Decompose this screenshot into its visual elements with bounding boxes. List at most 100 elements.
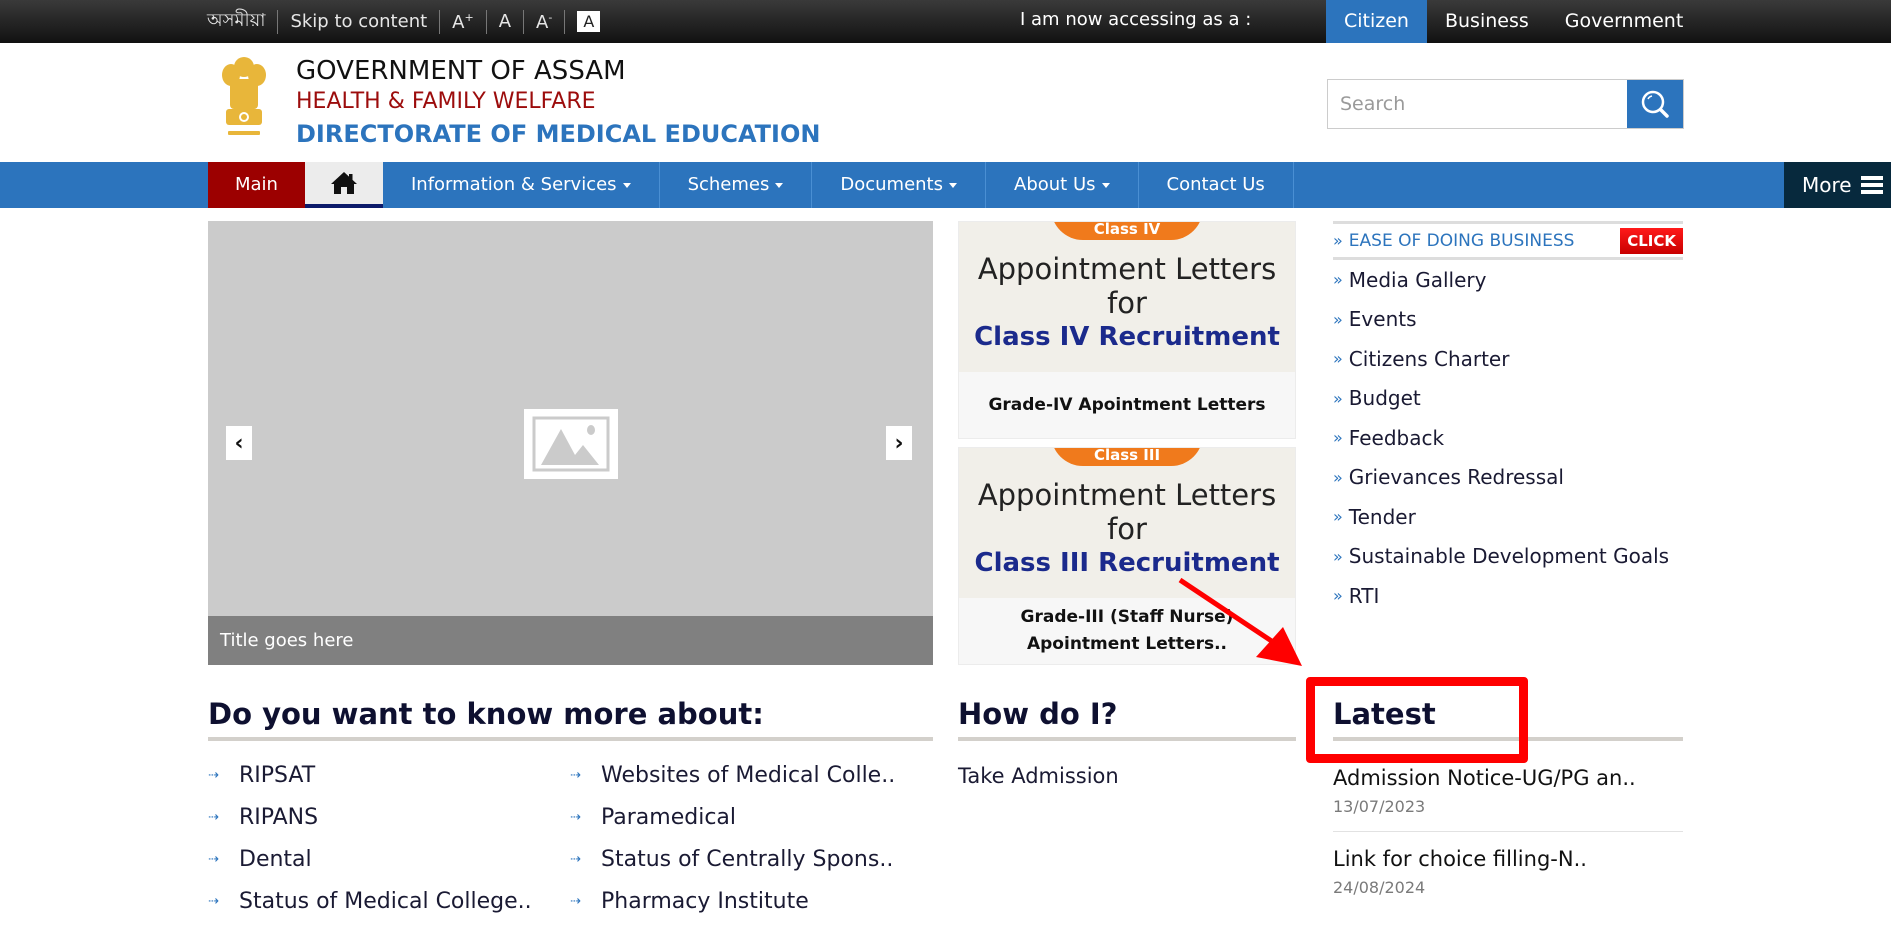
nav-label: Information & Services	[410, 174, 617, 195]
bullet-icon: »	[1333, 546, 1343, 566]
card-class-iii[interactable]: Class III Appointment Letters for Class …	[958, 447, 1296, 665]
quick-link-sdg[interactable]: » Sustainable Development Goals	[1333, 537, 1683, 577]
link-label: Citizens Charter	[1348, 346, 1510, 371]
carousel-prev-button[interactable]: ‹	[226, 426, 252, 460]
ease-of-doing-business-link[interactable]: » EASE OF DOING BUSINESS CLICK	[1333, 221, 1683, 260]
latest-item-title[interactable]: Link for choice filling-N..	[1333, 844, 1683, 874]
card-badge: Class III	[1051, 448, 1203, 466]
nav-item-home[interactable]	[304, 162, 383, 208]
link-label: Tender	[1348, 504, 1416, 529]
card-class-iv[interactable]: Class IV Appointment Letters for Class I…	[958, 221, 1296, 439]
role-tab-government[interactable]: Government	[1547, 0, 1702, 43]
card-label[interactable]: Grade-III (Staff Nurse) Apointment Lette…	[959, 598, 1295, 664]
arrow-right-icon: ⇢	[570, 851, 581, 867]
arrow-right-icon: ⇢	[570, 767, 581, 783]
directorate-title[interactable]: DIRECTORATE OF MEDICAL EDUCATION	[296, 117, 820, 151]
click-badge[interactable]: CLICK	[1620, 227, 1683, 254]
know-more-heading: Do you want to know more about:	[208, 697, 933, 741]
know-more-item-dental[interactable]: ⇢ Dental	[208, 846, 570, 872]
nav-item-documents[interactable]: Documents	[812, 162, 986, 208]
caret-down-icon	[1101, 182, 1110, 188]
how-do-i-heading: How do I?	[958, 697, 1296, 741]
banner-line: Class IV Recruitment	[974, 322, 1280, 352]
quick-link-media-gallery[interactable]: » Media Gallery	[1333, 260, 1683, 300]
quick-link-events[interactable]: » Events	[1333, 300, 1683, 340]
know-more-item-ripsat[interactable]: ⇢ RIPSAT	[208, 762, 570, 788]
item-label: RIPANS	[239, 804, 319, 830]
bullet-icon: »	[1333, 309, 1343, 329]
bullet-icon: »	[1333, 586, 1343, 606]
know-more-item-ripans[interactable]: ⇢ RIPANS	[208, 804, 570, 830]
font-increase-button[interactable]: A+	[452, 11, 474, 33]
main-nav: Main Information & Services Schemes Docu…	[0, 162, 1891, 208]
how-do-i-take-admission-link[interactable]: Take Admission	[958, 764, 1119, 788]
caret-down-icon	[949, 182, 957, 188]
banner-line: Class III Recruitment	[974, 548, 1280, 578]
quick-link-feedback[interactable]: » Feedback	[1333, 418, 1683, 458]
divider	[439, 9, 441, 34]
arrow-right-icon: ⇢	[208, 893, 219, 909]
bullet-icon: »	[1333, 388, 1343, 408]
bullet-icon: »	[1333, 507, 1343, 527]
more-label: More	[1802, 173, 1852, 197]
item-label: Status of Medical College..	[239, 888, 532, 914]
know-more-item-pharmacy[interactable]: ⇢ Pharmacy Institute	[570, 888, 932, 914]
carousel-caption: Title goes here	[208, 616, 933, 665]
latest-item-title[interactable]: Admission Notice-UG/PG an..	[1333, 763, 1683, 793]
font-normal-button[interactable]: A	[499, 11, 511, 32]
arrow-right-icon: ⇢	[208, 809, 219, 825]
nav-item-schemes[interactable]: Schemes	[660, 162, 813, 208]
nav-label: About Us	[1014, 174, 1096, 195]
search-button[interactable]	[1627, 80, 1683, 128]
state-emblem-icon[interactable]	[218, 53, 270, 148]
carousel-next-button[interactable]: ›	[886, 426, 912, 460]
know-more-item-centrally-sponsored[interactable]: ⇢ Status of Centrally Spons..	[570, 846, 932, 872]
quick-link-grievances[interactable]: » Grievances Redressal	[1333, 458, 1683, 498]
link-label: Feedback	[1348, 425, 1445, 450]
item-label: RIPSAT	[239, 762, 316, 788]
image-placeholder-icon	[524, 409, 618, 479]
search-input[interactable]	[1328, 80, 1627, 128]
know-more-item-paramedical[interactable]: ⇢ Paramedical	[570, 804, 932, 830]
item-label: Websites of Medical Colle..	[601, 762, 896, 788]
quick-link-tender[interactable]: » Tender	[1333, 497, 1683, 537]
link-label: Media Gallery	[1348, 267, 1487, 292]
chevron-left-icon: ‹	[234, 430, 244, 456]
banner-line: Appointment Letters	[977, 478, 1277, 512]
role-tab-citizen[interactable]: Citizen	[1326, 0, 1427, 43]
nav-item-main[interactable]: Main	[208, 162, 305, 208]
nav-item-contact-us[interactable]: Contact Us	[1139, 162, 1294, 208]
home-icon	[330, 172, 357, 194]
more-menu-button[interactable]: More	[1784, 162, 1891, 208]
banner-line: for	[1107, 286, 1147, 320]
quick-link-citizens-charter[interactable]: » Citizens Charter	[1333, 339, 1683, 379]
item-label: Pharmacy Institute	[601, 888, 809, 914]
know-more-item-websites[interactable]: ⇢ Websites of Medical Colle..	[570, 762, 932, 788]
arrow-right-icon: ⇢	[570, 809, 581, 825]
bullet-icon: »	[1333, 428, 1343, 448]
latest-item[interactable]: Link for choice filling-N.. 24/08/2024	[1333, 831, 1683, 912]
latest-item[interactable]: Admission Notice-UG/PG an.. 13/07/2023	[1333, 763, 1683, 831]
link-label: Grievances Redressal	[1348, 465, 1564, 490]
nav-item-about-us[interactable]: About Us	[986, 162, 1139, 208]
arrow-right-icon: ⇢	[208, 767, 219, 783]
language-switch-link[interactable]: অসমীয়া	[207, 6, 265, 37]
card-banner: Class IV Appointment Letters for Class I…	[959, 222, 1295, 372]
bullet-icon: »	[1333, 230, 1343, 250]
quick-link-rti[interactable]: » RTI	[1333, 576, 1683, 616]
image-carousel[interactable]: ‹ › Title goes here	[208, 221, 933, 665]
role-tab-business[interactable]: Business	[1427, 0, 1547, 43]
know-more-item-medical-college-status[interactable]: ⇢ Status of Medical College..	[208, 888, 570, 914]
font-decrease-button[interactable]: A-	[536, 11, 552, 33]
caret-down-icon	[622, 182, 631, 188]
skip-to-content-link[interactable]: Skip to content	[290, 11, 427, 32]
access-as-label: I am now accessing as a :	[1020, 9, 1252, 30]
top-utility-bar: অসমীয়া Skip to content A+ A A- A I am n…	[0, 0, 1891, 43]
contrast-button[interactable]: A	[577, 11, 601, 32]
government-title: GOVERNMENT OF ASSAM	[296, 56, 626, 86]
role-tabs: Citizen Business Government	[1326, 0, 1701, 43]
nav-item-information-services[interactable]: Information & Services	[383, 162, 660, 208]
divider	[277, 9, 279, 34]
card-label[interactable]: Grade-IV Apointment Letters	[959, 372, 1295, 438]
quick-link-budget[interactable]: » Budget	[1333, 379, 1683, 419]
